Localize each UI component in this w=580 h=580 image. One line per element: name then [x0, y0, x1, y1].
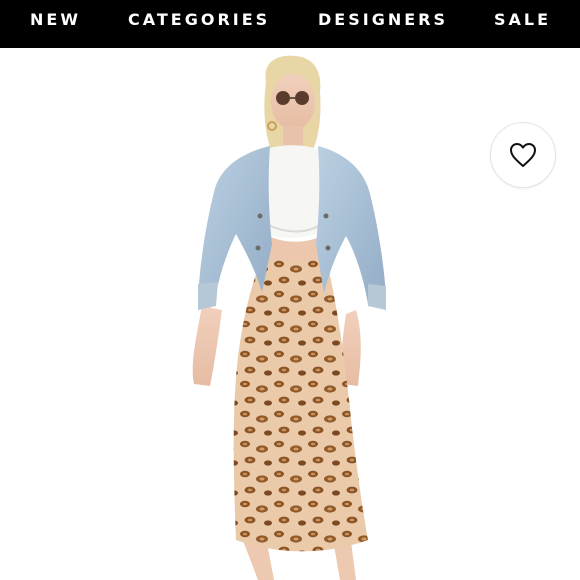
top-nav: NEW CATEGORIES DESIGNERS SALE [0, 0, 580, 48]
nav-new[interactable]: NEW [30, 0, 81, 40]
nav-sale[interactable]: SALE [494, 0, 551, 40]
product-photo [192, 55, 386, 580]
heart-outline-icon [510, 143, 536, 167]
favorite-button[interactable] [490, 122, 556, 188]
product-image-area[interactable] [0, 48, 580, 580]
nav-designers[interactable]: DESIGNERS [318, 0, 448, 40]
nav-categories[interactable]: CATEGORIES [128, 0, 270, 40]
